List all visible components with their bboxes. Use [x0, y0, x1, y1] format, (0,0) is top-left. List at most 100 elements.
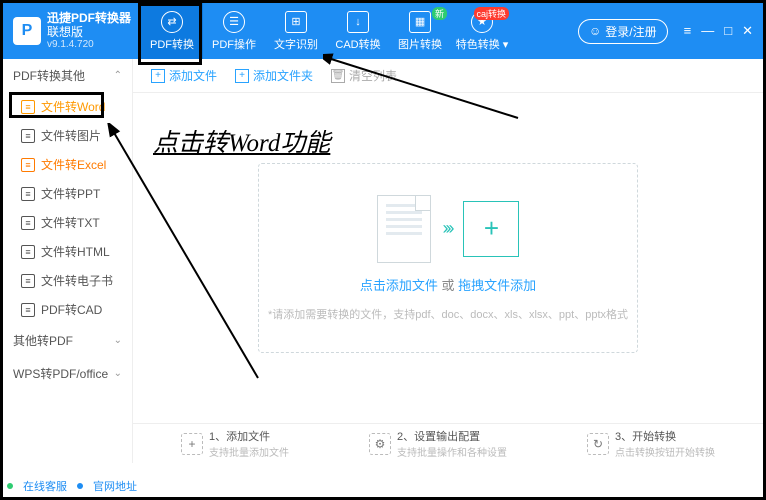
step-3: ↻ 3、开始转换点击转换按钮开始转换 — [587, 428, 715, 459]
login-button[interactable]: ☺ 登录/注册 — [578, 19, 668, 44]
support-link[interactable]: 在线客服 — [23, 478, 67, 494]
group-label: 其他转PDF — [13, 332, 73, 349]
sidebar-item-label: PDF转CAD — [41, 301, 102, 318]
status-dot-icon — [7, 483, 13, 489]
menu-button[interactable]: ≡ — [684, 23, 692, 39]
app-header: P 迅捷PDF转换器 联想版 v9.1.4.720 ⇄ PDF转换 ☰ PDF操… — [3, 3, 763, 59]
sidebar-item-label: 文件转TXT — [41, 214, 100, 231]
chevron-up-icon: ⌃ — [114, 70, 122, 81]
sidebar-item-label: 文件转Excel — [41, 156, 106, 173]
add-folder-button[interactable]: + 添加文件夹 — [235, 67, 313, 84]
tab-pdf-operate[interactable]: ☰ PDF操作 — [203, 3, 265, 59]
brand-text: 迅捷PDF转换器 联想版 v9.1.4.720 — [47, 11, 131, 52]
dropzone-container: ››› + 点击添加文件 或 拖拽文件添加 *请添加需要转换的文件，支持pdf、… — [133, 93, 763, 423]
tab-label: 图片转换 — [398, 36, 442, 52]
minimize-button[interactable]: — — [701, 23, 714, 39]
add-file-button[interactable]: + 添加文件 — [151, 67, 217, 84]
sidebar-item-to-ebook[interactable]: ≡ 文件转电子书 — [3, 266, 132, 295]
download-icon: ↓ — [347, 11, 369, 33]
main-panel: + 添加文件 + 添加文件夹 🗑 清空列表 ››› + 点击添加文件 或 拖拽文件添加 — [133, 59, 763, 463]
sidebar-item-label: 文件转PPT — [41, 185, 100, 202]
drag-add-text: 拖拽文件添加 — [458, 278, 536, 293]
page-icon: ≡ — [21, 158, 35, 172]
sidebar-item-to-txt[interactable]: ≡ 文件转TXT — [3, 208, 132, 237]
sidebar-item-to-cad[interactable]: ≡ PDF转CAD — [3, 295, 132, 324]
sidebar: PDF转换其他 ⌃ ≡文件转Word ≡文件转图片 ≡文件转Excel ≡文件转… — [3, 59, 133, 463]
login-label: 登录/注册 — [605, 23, 656, 40]
page-icon: ≡ — [21, 129, 35, 143]
sidebar-group-other-to-pdf[interactable]: 其他转PDF ⌄ — [3, 324, 132, 357]
plus-box-icon: + — [463, 201, 519, 257]
sidebar-group-pdf-to-other[interactable]: PDF转换其他 ⌃ — [3, 59, 132, 92]
page-icon: ≡ — [21, 216, 35, 230]
tab-pdf-convert[interactable]: ⇄ PDF转换 — [141, 3, 203, 59]
window-controls: ≡ — □ ✕ — [684, 23, 753, 39]
tab-label: PDF转换 — [150, 36, 194, 52]
tab-special-convert[interactable]: caj转换 ★ 特色转换 ▾ — [451, 3, 513, 59]
sidebar-group-wps[interactable]: WPS转PDF/office ⌄ — [3, 357, 132, 390]
sidebar-item-label: 文件转图片 — [41, 127, 101, 144]
click-add-text: 点击添加文件 — [360, 278, 438, 293]
page-icon: ≡ — [21, 187, 35, 201]
app-logo: P — [13, 17, 41, 45]
sidebar-item-to-excel[interactable]: ≡ 文件转Excel — [3, 150, 132, 179]
caj-badge: caj转换 — [474, 7, 510, 20]
dropzone-hint: *请添加需要转换的文件，支持pdf、doc、docx、xls、xlsx、ppt、… — [268, 306, 628, 322]
tab-label: PDF操作 — [212, 36, 256, 52]
app-body: PDF转换其他 ⌃ ≡文件转Word ≡文件转图片 ≡文件转Excel ≡文件转… — [3, 59, 763, 463]
list-icon: ☰ — [223, 11, 245, 33]
sidebar-item-label: 文件转HTML — [41, 243, 110, 260]
user-icon: ☺ — [589, 24, 601, 38]
sidebar-item-to-ppt[interactable]: ≡ 文件转PPT — [3, 179, 132, 208]
maximize-button[interactable]: □ — [724, 23, 732, 39]
chevron-down-icon: ⌄ — [114, 368, 122, 379]
close-button[interactable]: ✕ — [742, 23, 753, 39]
dropzone-graphic: ››› + — [377, 195, 520, 263]
tab-label: CAD转换 — [335, 36, 380, 52]
tab-label: 文字识别 — [274, 36, 318, 52]
cycle-icon: ⇄ — [161, 11, 183, 33]
tab-cad-convert[interactable]: ↓ CAD转换 — [327, 3, 389, 59]
tab-ocr[interactable]: ⊞ 文字识别 — [265, 3, 327, 59]
gear-icon: ⚙ — [369, 433, 391, 455]
main-tabs: ⇄ PDF转换 ☰ PDF操作 ⊞ 文字识别 ↓ CAD转换 新 ▦ 图片转换 … — [141, 3, 568, 59]
convert-icon: ↻ — [587, 433, 609, 455]
page-icon: ≡ — [21, 303, 35, 317]
page-icon: ≡ — [21, 100, 35, 114]
image-icon: ▦ — [409, 11, 431, 33]
app-subtitle: 联想版 — [47, 25, 131, 39]
sidebar-item-label: 文件转电子书 — [41, 272, 113, 289]
step-2: ⚙ 2、设置输出配置支持批量操作和各种设置 — [369, 428, 507, 459]
grid-icon: ⊞ — [285, 11, 307, 33]
clear-list-button[interactable]: 🗑 清空列表 — [331, 67, 397, 84]
plus-icon: + — [235, 69, 249, 83]
sidebar-item-to-html[interactable]: ≡文件转HTML — [3, 237, 132, 266]
add-file-label: 添加文件 — [169, 67, 217, 84]
group-label: WPS转PDF/office — [13, 365, 108, 382]
website-link[interactable]: 官网地址 — [93, 478, 137, 494]
sidebar-item-to-word[interactable]: ≡文件转Word — [3, 92, 132, 121]
dropzone-text: 点击添加文件 或 拖拽文件添加 — [360, 275, 536, 294]
chevron-down-icon: ⌄ — [114, 335, 122, 346]
arrow-right-icon: ››› — [443, 218, 452, 239]
sidebar-item-to-image[interactable]: ≡ 文件转图片 — [3, 121, 132, 150]
tab-image-convert[interactable]: 新 ▦ 图片转换 — [389, 3, 451, 59]
clear-list-label: 清空列表 — [349, 67, 397, 84]
step-1: + 1、添加文件支持批量添加文件 — [181, 428, 289, 459]
steps-footer: + 1、添加文件支持批量添加文件 ⚙ 2、设置输出配置支持批量操作和各种设置 ↻… — [133, 423, 763, 463]
file-dropzone[interactable]: ››› + 点击添加文件 或 拖拽文件添加 *请添加需要转换的文件，支持pdf、… — [258, 163, 638, 353]
add-folder-label: 添加文件夹 — [253, 67, 313, 84]
page-icon: ≡ — [21, 274, 35, 288]
document-icon — [377, 195, 431, 263]
new-badge: 新 — [432, 7, 447, 20]
plus-icon: + — [151, 69, 165, 83]
status-bar: 在线客服 官网地址 — [7, 478, 137, 494]
file-plus-icon: + — [181, 433, 203, 455]
app-version: v9.1.4.720 — [47, 39, 131, 51]
or-text: 或 — [441, 278, 454, 293]
file-toolbar: + 添加文件 + 添加文件夹 🗑 清空列表 — [133, 59, 763, 93]
group-label: PDF转换其他 — [13, 67, 85, 84]
tab-label: 特色转换 ▾ — [456, 36, 509, 52]
trash-icon: 🗑 — [331, 69, 345, 83]
brand-block: P 迅捷PDF转换器 联想版 v9.1.4.720 — [3, 3, 141, 59]
